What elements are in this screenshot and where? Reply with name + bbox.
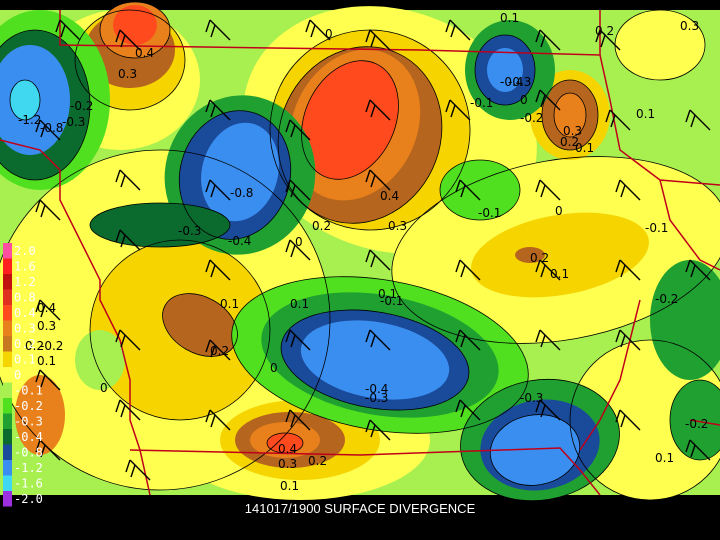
legend-label: -0.4 [14, 430, 43, 444]
contour-value-label: -0.4 [228, 234, 251, 248]
contour-value-label: -0.1 [478, 206, 501, 220]
contour-value-label: 0.3 [388, 219, 407, 233]
legend-swatch [3, 320, 12, 336]
contour-value-label: 0.3 [278, 457, 297, 471]
legend-swatch [3, 413, 12, 429]
legend-label: 1.6 [14, 260, 36, 274]
legend-label: 2.0 [14, 244, 36, 258]
contour-value-label: 0 [325, 27, 333, 41]
contour-value-label: -0.2 [655, 292, 678, 306]
legend-swatch [3, 398, 12, 414]
legend-swatch [3, 429, 12, 445]
legend-label: 0.3 [14, 322, 36, 336]
legend-swatch [3, 475, 12, 491]
contour-value-label: 0.4 [135, 46, 154, 60]
legend-swatch [3, 243, 12, 259]
legend-label: 0.2 [14, 337, 36, 351]
legend-swatch [3, 274, 12, 290]
legend-swatch [3, 305, 12, 321]
legend-label: -0.8 [14, 446, 43, 460]
contour-value-label: -1.2 [18, 113, 41, 127]
legend-swatch [3, 460, 12, 476]
legend-swatch [3, 351, 12, 367]
contour-value-label: -0.3 [178, 224, 201, 238]
legend-swatch [3, 258, 12, 274]
contour-value-label: 0.2 [210, 344, 229, 358]
legend-label: -1.2 [14, 461, 43, 475]
legend-label: -1.6 [14, 477, 43, 491]
legend-label: 0.1 [14, 353, 36, 367]
legend-label: -0.1 [14, 384, 43, 398]
contour-value-label: -0.8 [230, 186, 253, 200]
contour-value-label: 0.1 [550, 267, 569, 281]
divergence-map: 0.40.300.10.30.2-1.2-0.8-0.3-0.2-0.4-0.3… [0, 0, 720, 540]
contour-value-label: -0.1 [470, 96, 493, 110]
contour-value-label: -0.3 [62, 115, 85, 129]
contour-value-label: 0.1 [575, 141, 594, 155]
contour-value-label: 0.1 [220, 297, 239, 311]
contour-value-label: -0.1 [645, 221, 668, 235]
map-plot-area: 0.40.300.10.30.2-1.2-0.8-0.3-0.2-0.4-0.3… [0, 1, 720, 502]
contour-value-label: 0.1 [636, 107, 655, 121]
contour-value-label: 0.2 [308, 454, 327, 468]
contour-value-label: -0.2 [70, 99, 93, 113]
contour-value-label: 0.3 [37, 319, 56, 333]
contour-value-label: 0.2 [595, 24, 614, 38]
contour-value-label: 0.3 [118, 67, 137, 81]
contour-value-label: 0 [520, 93, 528, 107]
contour-value-label: 0.4 [380, 189, 399, 203]
legend-swatch [3, 289, 12, 305]
contour-value-label: 0.1 [280, 479, 299, 493]
contour-value-label: 0.1 [655, 451, 674, 465]
legend-label: -0.2 [14, 399, 43, 413]
contour-value-label: -0.1 [380, 294, 403, 308]
legend-label: 0.4 [14, 306, 36, 320]
contour-value-label: 0.1 [290, 297, 309, 311]
contour-value-label: 0.4 [37, 301, 56, 315]
contour-value-label: 0 [270, 361, 278, 375]
legend-swatch [3, 382, 12, 398]
map-title: 141017/1900 SURFACE DIVERGENCE [244, 501, 476, 516]
contour-value-label: -0.2 [685, 417, 708, 431]
contour-value-label: 0.1 [500, 11, 519, 25]
legend-swatch [3, 336, 12, 352]
contour-value-label: 0 [295, 235, 303, 249]
contour-value-label: -0.2 [520, 111, 543, 125]
legend-swatch [3, 367, 12, 383]
contour-value-label: 0.2 [312, 219, 331, 233]
contour-value-label: 0.1 [37, 354, 56, 368]
contour-value-label: 0.3 [680, 19, 699, 33]
contour-value-label: 0 [100, 381, 108, 395]
legend-label: 1.2 [14, 275, 36, 289]
legend-label: 0 [14, 368, 21, 382]
contour-value-label: -0.3 [520, 391, 543, 405]
contour-value-label: 0.2 [530, 251, 549, 265]
contour-value-label: -0.3 [508, 75, 531, 89]
contour-value-label: -0.8 [40, 121, 63, 135]
legend-label: 0.8 [14, 291, 36, 305]
legend-label: -0.3 [14, 415, 43, 429]
contour-value-label: 0.4 [278, 442, 297, 456]
contour-value-label: -0.3 [365, 391, 388, 405]
contour-value-label: 0 [555, 204, 563, 218]
legend-swatch [3, 444, 12, 460]
